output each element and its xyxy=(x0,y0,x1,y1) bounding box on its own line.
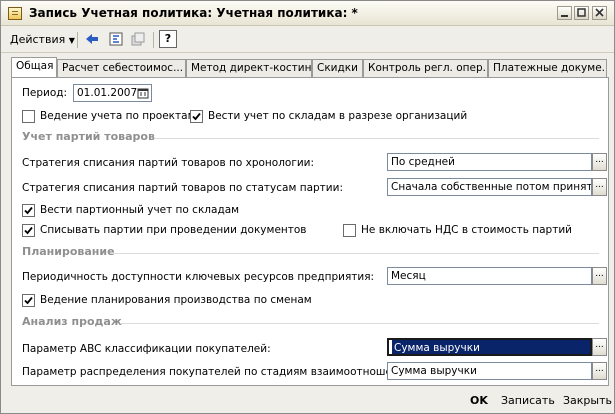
help-button[interactable]: ? xyxy=(159,30,177,48)
stages-param-select-button[interactable]: ... xyxy=(592,362,607,380)
write-off-label: Списывать партии при проведении документ… xyxy=(40,224,307,236)
abc-param-value: Сумма выручки xyxy=(392,340,590,354)
checkmark-icon xyxy=(192,112,201,121)
calendar-icon[interactable] xyxy=(137,87,149,99)
chrono-strategy-select-button[interactable]: ... xyxy=(592,153,607,171)
shifts-label: Ведение планирования производства по сме… xyxy=(40,294,312,306)
close-button[interactable]: Закрыть xyxy=(563,391,612,411)
title-bar[interactable]: Запись Учетная политика: Учетная политик… xyxy=(1,1,614,26)
status-strategy-field[interactable]: Сначала собственные потом принятые xyxy=(387,178,592,196)
chrono-strategy-field[interactable]: По средней xyxy=(387,153,592,171)
tab-strip: Общая Расчет себестоимос... Метод директ… xyxy=(11,57,607,77)
by-warehouse-label: Вести партионный учет по складам xyxy=(40,204,240,216)
section-divider xyxy=(154,138,599,139)
toolbar-separator xyxy=(153,32,154,48)
chevron-down-icon: ▼ xyxy=(68,36,75,45)
status-strategy-value: Сначала собственные потом принятые xyxy=(391,181,592,193)
projects-label: Ведение учета по проектам xyxy=(40,110,196,122)
abc-param-field[interactable]: Сумма выручки xyxy=(387,338,592,356)
section-divider xyxy=(112,253,599,254)
shifts-checkbox[interactable] xyxy=(22,294,35,307)
periodicity-select-button[interactable]: ... xyxy=(592,267,607,285)
copy-icon xyxy=(131,32,145,46)
tab-reg-control[interactable]: Контроль регл. опер... xyxy=(363,59,488,77)
no-vat-checkbox[interactable] xyxy=(343,224,356,237)
write-off-checkbox[interactable] xyxy=(22,224,35,237)
tab-payment-docs[interactable]: Платежные докуме... xyxy=(488,59,607,77)
checkmark-icon xyxy=(24,206,33,215)
period-label: Период: xyxy=(22,87,68,99)
close-window-button[interactable] xyxy=(592,6,607,20)
tab-cost-calculation[interactable]: Расчет себестоимос... xyxy=(57,59,186,77)
record-window: Запись Учетная политика: Учетная политик… xyxy=(0,0,615,414)
chrono-strategy-value: По средней xyxy=(391,156,455,168)
minimize-icon xyxy=(561,15,568,17)
checkmark-icon xyxy=(24,226,33,235)
by-warehouse-checkbox[interactable] xyxy=(22,204,35,217)
abc-param-label: Параметр ABC классификации покупателей: xyxy=(22,343,271,355)
toolbar-separator xyxy=(77,32,78,48)
period-field[interactable]: 01.01.2007 xyxy=(73,84,152,102)
arrow-left-icon xyxy=(86,34,98,44)
actions-label: Действия xyxy=(10,33,66,46)
planning-section-title: Планирование xyxy=(22,245,115,258)
period-value: 01.01.2007 xyxy=(77,87,138,99)
abc-param-select-button[interactable]: ... xyxy=(592,338,607,356)
actions-menu[interactable]: Действия ▼ xyxy=(7,31,78,49)
periodicity-value: Месяц xyxy=(391,270,426,282)
periodicity-field[interactable]: Месяц xyxy=(387,267,592,285)
status-strategy-label: Стратегия списания партий товаров по ста… xyxy=(22,182,343,194)
tab-direct-costing[interactable]: Метод директ-костинг xyxy=(186,59,312,77)
general-tab-panel: Период: 01.01.2007 Ведение учета по прое… xyxy=(11,77,609,386)
maximize-icon xyxy=(577,8,586,17)
copy-button[interactable] xyxy=(129,30,147,48)
close-icon xyxy=(595,8,604,17)
structure-icon xyxy=(109,32,123,46)
stages-param-label: Параметр распределения покупателей по ст… xyxy=(22,366,417,378)
section-divider xyxy=(120,323,599,324)
periodicity-label: Периодичность доступности ключевых ресур… xyxy=(22,271,375,283)
document-icon xyxy=(8,7,22,20)
toolbar: Действия ▼ ? xyxy=(1,27,614,53)
warehouses-org-checkbox[interactable] xyxy=(190,110,203,123)
save-button[interactable]: Записать xyxy=(501,391,555,411)
tab-general[interactable]: Общая xyxy=(11,57,57,77)
stages-param-value: Сумма выручки xyxy=(391,365,477,377)
checkmark-icon xyxy=(24,296,33,305)
warehouses-org-label: Вести учет по складам в разрезе организа… xyxy=(208,110,468,122)
projects-checkbox[interactable] xyxy=(22,110,35,123)
minimize-button[interactable] xyxy=(557,6,572,20)
tab-discounts[interactable]: Скидки xyxy=(312,59,363,77)
structure-button[interactable] xyxy=(107,30,125,48)
maximize-button[interactable] xyxy=(574,6,589,20)
batches-section-title: Учет партий товаров xyxy=(22,130,155,143)
window-title: Запись Учетная политика: Учетная политик… xyxy=(29,6,358,20)
sales-section-title: Анализ продаж xyxy=(22,315,122,328)
go-back-button[interactable] xyxy=(83,30,101,48)
stages-param-field[interactable]: Сумма выручки xyxy=(387,362,592,380)
no-vat-label: Не включать НДС в стоимость партий xyxy=(361,224,572,236)
status-strategy-select-button[interactable]: ... xyxy=(592,178,607,196)
ok-button[interactable]: OK xyxy=(470,391,488,411)
chrono-strategy-label: Стратегия списания партий товаров по хро… xyxy=(22,157,315,169)
